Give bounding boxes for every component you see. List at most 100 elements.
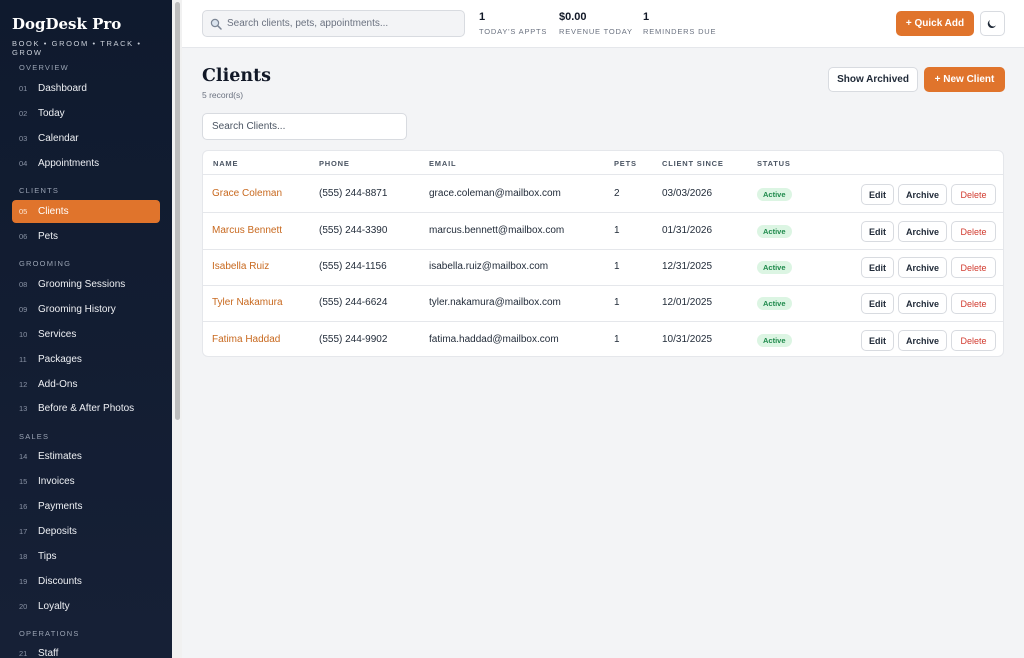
archive-button[interactable]: Archive — [898, 293, 947, 314]
stat-label: REMINDERS DUE — [643, 27, 717, 36]
sidebar-item-calendar[interactable]: 03 Calendar — [12, 127, 160, 150]
sidebar-item-estimates[interactable]: 14 Estimates — [12, 445, 160, 468]
stat-value: 1 — [643, 11, 650, 23]
section-grooming: GROOMING — [19, 259, 72, 268]
sidebar-item-appointments[interactable]: 04 Appointments — [12, 152, 160, 175]
delete-button[interactable]: Delete — [951, 330, 996, 351]
global-search-input[interactable] — [227, 18, 457, 29]
clients-table: NAME PHONE EMAIL PETS CLIENT SINCE STATU… — [202, 150, 1004, 357]
sidebar-item-tips[interactable]: 18 Tips — [12, 545, 160, 568]
brand-tagline: BOOK • GROOM • TRACK • GROW — [12, 39, 142, 57]
table-row: Grace Coleman (555) 244-8871 grace.colem… — [203, 176, 1003, 213]
sidebar-item-discounts[interactable]: 19 Discounts — [12, 570, 160, 593]
column-header-phone[interactable]: PHONE — [319, 159, 350, 168]
nav-number: 06 — [19, 232, 28, 241]
sidebar-item-label: Deposits — [38, 526, 77, 537]
delete-button[interactable]: Delete — [951, 257, 996, 278]
sidebar-item-label: Clients — [38, 206, 69, 217]
sidebar-item-label: Grooming History — [38, 304, 116, 315]
sidebar-item-label: Loyalty — [38, 601, 70, 612]
archive-button[interactable]: Archive — [898, 330, 947, 351]
column-header-name[interactable]: NAME — [213, 159, 238, 168]
sidebar-item-label: Estimates — [38, 451, 82, 462]
status-badge: Active — [757, 188, 792, 201]
sidebar-item-loyalty[interactable]: 20 Loyalty — [12, 595, 160, 618]
nav-number: 01 — [19, 84, 28, 93]
sidebar-item-photos[interactable]: 13 Before & After Photos — [12, 397, 160, 420]
column-header-status[interactable]: STATUS — [757, 159, 791, 168]
page-title: Clients — [202, 66, 272, 86]
edit-button[interactable]: Edit — [861, 221, 894, 242]
client-name-link[interactable]: Isabella Ruiz — [212, 261, 269, 272]
sidebar-item-invoices[interactable]: 15 Invoices — [12, 470, 160, 493]
sidebar-item-packages[interactable]: 11 Packages — [12, 348, 160, 371]
table-header: NAME PHONE EMAIL PETS CLIENT SINCE STATU… — [203, 151, 1003, 175]
sidebar-item-services[interactable]: 10 Services — [12, 323, 160, 346]
stat-label: REVENUE TODAY — [559, 27, 633, 36]
edit-button[interactable]: Edit — [861, 257, 894, 278]
new-client-button[interactable]: + New Client — [924, 67, 1005, 92]
section-clients: CLIENTS — [19, 186, 60, 195]
archive-button[interactable]: Archive — [898, 221, 947, 242]
sidebar-item-label: Calendar — [38, 133, 79, 144]
sidebar-item-label: Grooming Sessions — [38, 279, 126, 290]
sidebar-item-grooming-sessions[interactable]: 08 Grooming Sessions — [12, 273, 160, 296]
theme-toggle-button[interactable] — [980, 11, 1005, 36]
delete-button[interactable]: Delete — [951, 184, 996, 205]
show-archived-button[interactable]: Show Archived — [828, 67, 918, 92]
sidebar-item-clients[interactable]: 05 Clients — [12, 200, 160, 223]
sidebar-item-label: Tips — [38, 551, 57, 562]
sidebar-scrollbar[interactable] — [175, 2, 180, 420]
sidebar-item-grooming-history[interactable]: 09 Grooming History — [12, 298, 160, 321]
nav-number: 03 — [19, 134, 28, 143]
edit-button[interactable]: Edit — [861, 184, 894, 205]
moon-icon — [987, 20, 996, 29]
status-badge: Active — [757, 334, 792, 347]
nav-number: 09 — [19, 305, 28, 314]
client-name-link[interactable]: Tyler Nakamura — [212, 297, 283, 308]
global-search[interactable] — [202, 10, 465, 37]
sidebar-item-label: Today — [38, 108, 65, 119]
edit-button[interactable]: Edit — [861, 293, 894, 314]
sidebar-item-pets[interactable]: 06 Pets — [12, 225, 160, 248]
nav-number: 08 — [19, 280, 28, 289]
client-name-link[interactable]: Marcus Bennett — [212, 225, 282, 236]
client-email: tyler.nakamura@mailbox.com — [429, 297, 561, 308]
delete-button[interactable]: Delete — [951, 221, 996, 242]
stat-todays-appts: 1 TODAY'S APPTS — [479, 11, 547, 36]
sidebar-item-payments[interactable]: 16 Payments — [12, 495, 160, 518]
delete-button[interactable]: Delete — [951, 293, 996, 314]
client-search-input[interactable] — [202, 113, 407, 140]
client-name-link[interactable]: Fatima Haddad — [212, 334, 280, 345]
edit-button[interactable]: Edit — [861, 330, 894, 351]
column-header-client-since[interactable]: CLIENT SINCE — [662, 159, 724, 168]
sidebar-item-add-ons[interactable]: 12 Add-Ons — [12, 373, 160, 396]
table-row: Fatima Haddad (555) 244-9902 fatima.hadd… — [203, 322, 1003, 356]
column-header-email[interactable]: EMAIL — [429, 159, 456, 168]
nav-number: 20 — [19, 602, 28, 611]
quick-add-button[interactable]: + Quick Add — [896, 11, 974, 36]
nav-number: 16 — [19, 502, 28, 511]
sidebar-item-label: Services — [38, 329, 77, 340]
client-name-link[interactable]: Grace Coleman — [212, 188, 282, 199]
nav-number: 04 — [19, 159, 28, 168]
client-phone: (555) 244-3390 — [319, 225, 388, 236]
sidebar-item-staff[interactable]: 21 Staff — [12, 642, 160, 658]
sidebar-item-deposits[interactable]: 17 Deposits — [12, 520, 160, 543]
nav-number: 13 — [19, 404, 28, 413]
sidebar-item-today[interactable]: 02 Today — [12, 102, 160, 125]
nav-number: 17 — [19, 527, 28, 536]
sidebar: DogDesk Pro BOOK • GROOM • TRACK • GROW … — [0, 0, 172, 658]
client-since: 12/31/2025 — [662, 261, 713, 272]
column-header-pets[interactable]: PETS — [614, 159, 637, 168]
client-email: fatima.haddad@mailbox.com — [429, 334, 559, 345]
record-count: 5 record(s) — [202, 90, 244, 100]
archive-button[interactable]: Archive — [898, 184, 947, 205]
top-bar: 1 TODAY'S APPTS $0.00 REVENUE TODAY 1 RE… — [182, 0, 1024, 48]
archive-button[interactable]: Archive — [898, 257, 947, 278]
stat-label: TODAY'S APPTS — [479, 27, 548, 36]
status-badge: Active — [757, 261, 792, 274]
section-operations: OPERATIONS — [19, 629, 80, 638]
nav-number: 11 — [19, 355, 27, 364]
sidebar-item-dashboard[interactable]: 01 Dashboard — [12, 77, 160, 100]
